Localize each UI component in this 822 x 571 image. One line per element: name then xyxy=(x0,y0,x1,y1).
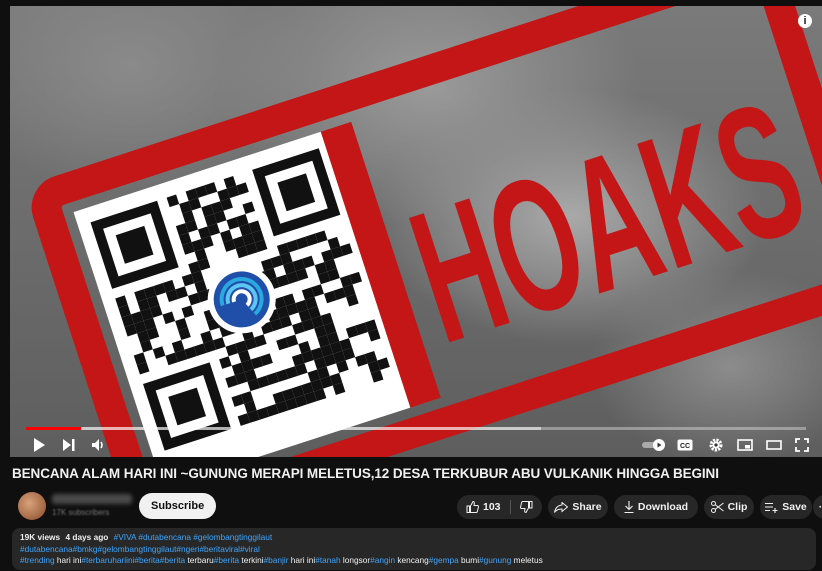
save-label: Save xyxy=(782,501,807,513)
autoplay-toggle-icon[interactable] xyxy=(642,436,666,454)
volume-icon[interactable] xyxy=(90,436,108,454)
hashtag-link[interactable]: #trending xyxy=(20,555,55,565)
hashtag-link[interactable]: #berita xyxy=(160,555,185,565)
settings-icon[interactable] xyxy=(707,436,725,454)
clip-label: Clip xyxy=(727,501,748,513)
player-controls: CC xyxy=(10,432,822,457)
channel-avatar[interactable] xyxy=(18,492,46,520)
fullscreen-icon[interactable] xyxy=(793,436,811,454)
view-count: 19K views xyxy=(20,532,61,542)
theater-icon[interactable] xyxy=(765,436,783,454)
download-label: Download xyxy=(637,501,689,513)
video-player[interactable]: HOAKS i CC xyxy=(10,6,822,457)
download-icon xyxy=(624,501,634,513)
pill-divider xyxy=(509,500,511,514)
save-button[interactable]: Save xyxy=(760,495,812,519)
hashtag-link[interactable]: #angin xyxy=(370,555,395,565)
hashtag-line[interactable]: #dutabencana#bmkg#gelombangtinggilaut#ng… xyxy=(20,544,260,554)
description-line-2: #dutabencana#bmkg#gelombangtinggilaut#ng… xyxy=(20,544,808,556)
hashtag-link[interactable]: #gempa xyxy=(429,555,459,565)
owner-row: 17K subscribers Subscribe 103 Share Down… xyxy=(12,490,822,522)
hashtag-link[interactable]: #banjir xyxy=(264,555,289,565)
more-actions-button[interactable]: ··· xyxy=(813,495,822,519)
hashtag-link[interactable]: #gunung xyxy=(479,555,511,565)
thumbs-down-icon xyxy=(519,501,533,513)
hashtag-link[interactable]: #berita xyxy=(134,555,159,565)
info-icon[interactable]: i xyxy=(798,14,812,28)
subscribe-button[interactable]: Subscribe xyxy=(139,493,217,519)
channel-name-blurred[interactable] xyxy=(52,494,132,504)
thumbs-up-icon xyxy=(466,501,479,513)
description-text: hari ini xyxy=(54,555,82,565)
subtitles-icon[interactable]: CC xyxy=(676,436,694,454)
progress-loaded xyxy=(26,427,541,430)
scissors-icon xyxy=(710,501,724,513)
description-text: terkini xyxy=(239,555,264,565)
hashtag-link[interactable]: #berita xyxy=(214,555,239,565)
qr-code xyxy=(90,148,390,451)
download-button[interactable]: Download xyxy=(614,495,698,519)
description-text: kencang xyxy=(395,555,429,565)
top-hashtags[interactable]: #VIVA #dutabencana #gelombangtinggilaut xyxy=(114,532,273,542)
description-meta-line: 19K views 4 days ago #VIVA #dutabencana … xyxy=(20,532,808,544)
save-playlist-icon xyxy=(765,502,778,513)
hashtag-link[interactable]: #terbaruhariini xyxy=(81,555,134,565)
subscriber-count: 17K subscribers xyxy=(52,508,110,517)
clip-button[interactable]: Clip xyxy=(704,495,754,519)
description-text: terbaru xyxy=(185,555,214,565)
share-button[interactable]: Share xyxy=(548,495,608,519)
upload-age: 4 days ago xyxy=(65,532,109,542)
like-count: 103 xyxy=(483,501,501,513)
description-text: bumi xyxy=(458,555,480,565)
description-text: meletus xyxy=(511,555,543,565)
hashtag-link[interactable]: #tanah xyxy=(315,555,340,565)
play-icon[interactable] xyxy=(30,436,48,454)
like-dislike-group: 103 xyxy=(457,495,542,519)
dislike-button[interactable] xyxy=(519,501,533,513)
like-button[interactable]: 103 xyxy=(457,501,501,513)
description-box[interactable]: 19K views 4 days ago #VIVA #dutabencana … xyxy=(12,528,816,570)
share-label: Share xyxy=(572,501,602,513)
share-arrow-icon xyxy=(554,501,569,513)
progress-bar[interactable] xyxy=(26,427,806,430)
description-text: longsor xyxy=(340,555,371,565)
next-icon[interactable] xyxy=(60,436,78,454)
miniplayer-icon[interactable] xyxy=(736,436,754,454)
video-title: BENCANA ALAM HARI INI ~GUNUNG MERAPI MEL… xyxy=(12,466,719,481)
progress-played xyxy=(26,427,81,430)
description-line-3: #trending hari ini#terbaruhariini#berita… xyxy=(20,555,808,567)
svg-text:CC: CC xyxy=(680,443,690,450)
description-text: hari ini xyxy=(288,555,316,565)
